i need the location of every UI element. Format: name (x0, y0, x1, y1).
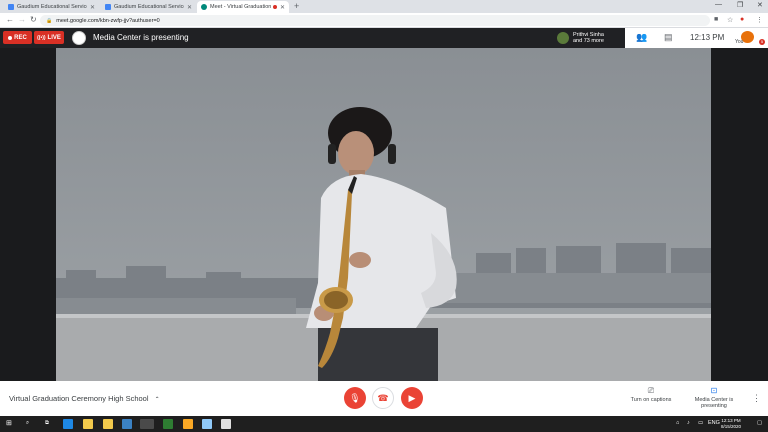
rec-label: REC (14, 34, 27, 41)
language-indicator[interactable]: ENG (708, 420, 720, 426)
tab-title: Gaudium Educational Services Hi (17, 4, 87, 10)
participant-names: Prithvi Sinha and 73 more (573, 32, 604, 44)
notification-center-icon[interactable]: ▢ (757, 420, 762, 426)
chevron-up-icon: ⌃ (154, 397, 160, 403)
menu-kebab-icon[interactable]: ⋮ (756, 16, 763, 24)
participant-avatar (557, 32, 569, 44)
tab-title: Meet - Virtual Graduation Ce (210, 4, 271, 10)
record-dot-icon (8, 35, 13, 40)
extension-icon[interactable]: ● (740, 16, 744, 23)
close-tab-icon[interactable]: ✕ (90, 4, 95, 11)
participants-summary[interactable]: Prithvi Sinha and 73 more (557, 31, 604, 45)
camera-off-icon: ▶ (408, 392, 416, 403)
people-icon[interactable]: 👥 (636, 32, 647, 43)
reload-icon[interactable]: ↻ (30, 15, 37, 24)
forward-icon[interactable]: → (18, 15, 26, 24)
captions-button[interactable]: ⎚ Turn on captions (622, 386, 680, 403)
volume-icon[interactable]: ♪ (687, 420, 690, 426)
mic-off-icon: 🎙 (349, 392, 361, 403)
meet-right-panel: 👥 ▤ 12:13 PM You 5 (625, 28, 768, 48)
back-icon[interactable]: ← (6, 15, 14, 24)
live-badge: ((•)) LIVE (34, 31, 64, 44)
excel-icon[interactable] (163, 419, 173, 429)
microphone-off-button[interactable]: 🎙 (344, 387, 366, 409)
taskbar-date: 8/15/2020 (721, 423, 742, 429)
file-explorer-icon[interactable] (83, 419, 93, 429)
captions-icon: ⎚ (647, 386, 655, 395)
live-label: LIVE (47, 34, 61, 41)
more-options-icon[interactable]: ⋮ (752, 393, 761, 404)
sticky-notes-icon[interactable] (183, 419, 193, 429)
presenting-icon: ⊡ (710, 386, 718, 395)
presenter-avatar (72, 31, 86, 45)
windows-start-icon[interactable]: ⊞ (6, 419, 12, 427)
browser-tab-active[interactable]: Meet - Virtual Graduation Ce ✕ (197, 1, 289, 13)
app-icon[interactable] (221, 419, 231, 429)
battery-icon[interactable]: ▭ (698, 420, 703, 426)
task-view-icon[interactable]: ⧉ (45, 420, 49, 427)
recording-indicator-icon (272, 5, 277, 9)
restore-icon[interactable]: ❐ (737, 1, 743, 9)
edge-icon[interactable] (63, 419, 73, 429)
live-broadcast-icon: ((•)) (37, 34, 46, 41)
new-tab-button[interactable]: + (294, 1, 299, 11)
camera-indicator-icon[interactable]: ■ (714, 16, 718, 23)
rec-badge: REC (3, 31, 32, 44)
presenting-label: Media Center is presenting (694, 396, 734, 410)
taskbar-time: 12:13 PM (721, 418, 741, 423)
self-label: You (735, 39, 744, 45)
url-text: meet.google.com/kbn-zwfp-jjv?authuser=0 (56, 17, 160, 24)
video-letterbox-left (0, 48, 56, 381)
meet-clock: 12:13 PM (690, 33, 725, 42)
video-scene (56, 48, 711, 381)
presenter-text: Media Center is presenting (93, 33, 189, 42)
video-letterbox-right (711, 48, 768, 381)
close-tab-icon[interactable]: ✕ (280, 4, 285, 11)
taskbar-clock[interactable]: 12:13 PM 8/15/2020 (721, 418, 741, 429)
meeting-details-toggle[interactable]: Virtual Graduation Ceremony High School … (9, 394, 160, 403)
browser-toolbar: ← → ↻ 🔒 meet.google.com/kbn-zwfp-jjv?aut… (0, 13, 768, 28)
meet-bottom-bar: Virtual Graduation Ceremony High School … (0, 381, 768, 416)
leave-call-button[interactable]: ☎ (372, 387, 394, 409)
close-window-icon[interactable]: ✕ (757, 1, 763, 9)
presenting-button[interactable]: ⊡ Media Center is presenting (690, 386, 738, 410)
notification-badge: 5 (759, 39, 765, 45)
meet-favicon-icon (201, 4, 207, 10)
gaudium-favicon-icon (8, 4, 14, 10)
mail-icon[interactable] (122, 419, 132, 429)
captions-label: Turn on captions (630, 396, 672, 403)
camera-off-button[interactable]: ▶ (401, 387, 423, 409)
hang-up-icon: ☎ (377, 392, 389, 403)
browser-tab-strip: Gaudium Educational Services Hi ✕ Gaudiu… (0, 0, 768, 13)
participant-more: and 73 more (573, 38, 604, 44)
network-icon[interactable]: ⌂ (676, 420, 679, 426)
address-bar[interactable]: 🔒 meet.google.com/kbn-zwfp-jjv?authuser=… (40, 15, 710, 26)
meeting-title: Virtual Graduation Ceremony High School (9, 394, 149, 403)
close-tab-icon[interactable]: ✕ (187, 4, 192, 11)
search-icon[interactable]: ⌕ (26, 420, 29, 427)
chrome-taskbar-icon[interactable] (140, 419, 154, 429)
app-icon[interactable] (202, 419, 212, 429)
browser-tab[interactable]: Gaudium Educational Services Hi ✕ (101, 1, 196, 13)
folder-icon[interactable] (103, 419, 113, 429)
windows-taskbar: ⊞ ⌕ ⧉ ⌂ ♪ ▭ ENG 12:13 PM 8/15/2020 ▢ (0, 416, 768, 432)
browser-tab[interactable]: Gaudium Educational Services Hi ✕ (4, 1, 99, 13)
chat-icon[interactable]: ▤ (664, 32, 673, 43)
lock-icon: 🔒 (46, 17, 53, 24)
gaudium-favicon-icon (105, 4, 111, 10)
minimize-icon[interactable]: — (715, 1, 722, 8)
tab-title: Gaudium Educational Services Hi (114, 4, 184, 10)
presentation-video (56, 48, 711, 381)
bookmark-star-icon[interactable]: ☆ (727, 16, 733, 24)
